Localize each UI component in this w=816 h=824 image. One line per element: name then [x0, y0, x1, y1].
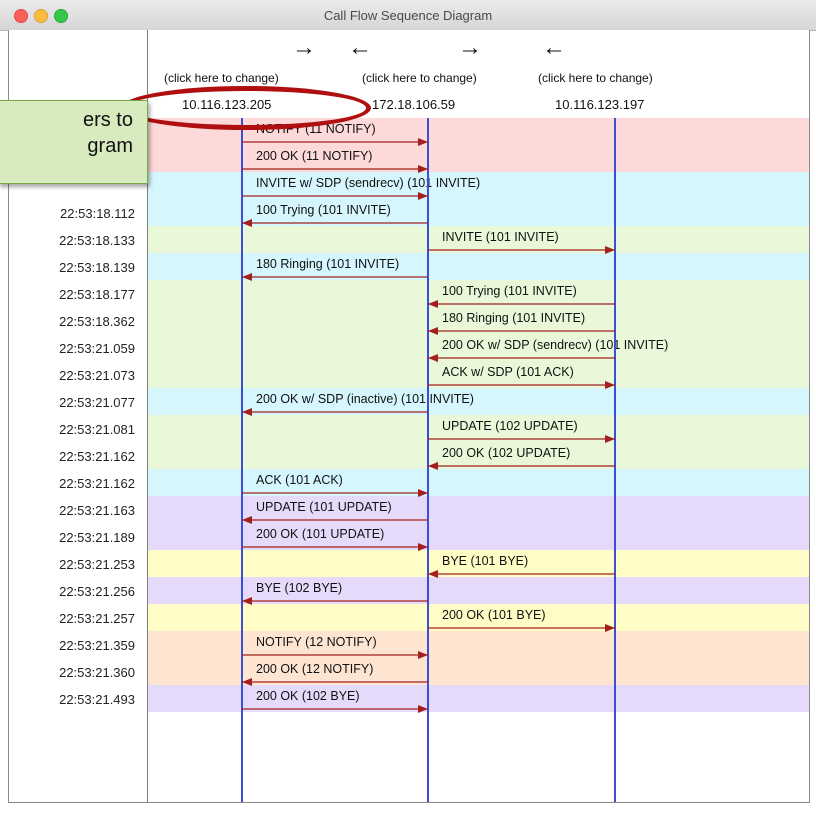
message-row[interactable]: 22:53:18.362 180 Ringing (101 INVITE) — [9, 307, 809, 334]
message-row[interactable]: 22:53:21.163 UPDATE (101 UPDATE) — [9, 496, 809, 523]
timestamp: 22:53:18.177 — [9, 287, 135, 302]
message-row[interactable]: 22:53:21.189 200 OK (101 UPDATE) — [9, 523, 809, 550]
direction-arrow-icon[interactable]: → — [292, 36, 316, 60]
message-row[interactable]: 22:53:21.359 NOTIFY (12 NOTIFY) — [9, 631, 809, 658]
message-label[interactable]: 200 OK (101 BYE) — [442, 608, 546, 622]
change-participant-link[interactable]: (click here to change) — [538, 71, 653, 85]
timestamp: 22:53:21.163 — [9, 503, 135, 518]
message-row[interactable]: 22:53:21.257 200 OK (101 BYE) — [9, 604, 809, 631]
message-label[interactable]: 180 Ringing (101 INVITE) — [442, 311, 585, 325]
timestamp: 22:53:18.362 — [9, 314, 135, 329]
message-row[interactable]: 22:53:18.133 INVITE (101 INVITE) — [9, 226, 809, 253]
participant-ip: 172.18.106.59 — [372, 97, 456, 112]
message-row[interactable]: 22:53:21.073 ACK w/ SDP (101 ACK) — [9, 361, 809, 388]
message-row[interactable]: 22:53:21.162 200 OK (102 UPDATE) — [9, 442, 809, 469]
row-band — [148, 658, 809, 685]
message-label[interactable]: 200 OK (102 UPDATE) — [442, 446, 570, 460]
timestamp: 22:53:21.257 — [9, 611, 135, 626]
row-band — [148, 523, 809, 550]
message-label[interactable]: 200 OK (12 NOTIFY) — [256, 662, 373, 676]
message-label[interactable]: BYE (102 BYE) — [256, 581, 342, 595]
timestamp: 22:53:21.059 — [9, 341, 135, 356]
message-label[interactable]: INVITE w/ SDP (sendrecv) (101 INVITE) — [256, 176, 480, 190]
row-band — [148, 388, 809, 415]
message-row[interactable]: 22:53:18.112 100 Trying (101 INVITE) — [9, 199, 809, 226]
timestamp: 22:53:21.081 — [9, 422, 135, 437]
message-label[interactable]: 180 Ringing (101 INVITE) — [256, 257, 399, 271]
message-label[interactable]: ACK w/ SDP (101 ACK) — [442, 365, 574, 379]
direction-arrow-icon[interactable]: ← — [348, 36, 372, 60]
lifeline — [427, 118, 429, 802]
callout-text: ers to — [82, 109, 133, 131]
row-band — [148, 469, 809, 496]
message-label[interactable]: ACK (101 ACK) — [256, 473, 343, 487]
message-row[interactable]: 22:53:18.139 180 Ringing (101 INVITE) — [9, 253, 809, 280]
highlight-ellipse — [121, 86, 371, 130]
row-band — [148, 199, 809, 226]
message-row[interactable]: 22:53:21.360 200 OK (12 NOTIFY) — [9, 658, 809, 685]
message-label[interactable]: 200 OK (102 BYE) — [256, 689, 360, 703]
timestamp: 22:53:18.133 — [9, 233, 135, 248]
app-window: Call Flow Sequence Diagram → ← → ← (clic… — [0, 0, 816, 824]
message-label[interactable]: NOTIFY (12 NOTIFY) — [256, 635, 377, 649]
timestamp: 22:53:21.162 — [9, 449, 135, 464]
row-band — [148, 631, 809, 658]
message-label[interactable]: UPDATE (102 UPDATE) — [442, 419, 578, 433]
timestamp: 22:53:21.077 — [9, 395, 135, 410]
timestamp: 22:53:21.256 — [9, 584, 135, 599]
timestamp: 22:53:21.493 — [9, 692, 135, 707]
change-participant-link[interactable]: (click here to change) — [362, 71, 477, 85]
lifeline — [614, 118, 616, 802]
message-row[interactable]: 22:53:21.253 BYE (101 BYE) — [9, 550, 809, 577]
row-band — [148, 496, 809, 523]
change-participant-link[interactable]: (click here to change) — [164, 71, 279, 85]
message-row[interactable]: 22:53:21.493 200 OK (102 BYE) — [9, 685, 809, 712]
row-band — [148, 145, 809, 172]
direction-arrow-icon[interactable]: ← — [542, 36, 566, 60]
row-band — [148, 577, 809, 604]
timestamp: 22:53:21.360 — [9, 665, 135, 680]
message-label[interactable]: 200 OK w/ SDP (inactive) (101 INVITE) — [256, 392, 474, 406]
message-row[interactable]: 22:53:21.077 200 OK w/ SDP (inactive) (10… — [9, 388, 809, 415]
timestamp: 22:53:21.253 — [9, 557, 135, 572]
row-band — [148, 253, 809, 280]
row-band — [148, 685, 809, 712]
message-row[interactable]: 22:53:21.059 200 OK w/ SDP (sendrecv) (10… — [9, 334, 809, 361]
timestamp: 22:53:21.073 — [9, 368, 135, 383]
message-label[interactable]: UPDATE (101 UPDATE) — [256, 500, 392, 514]
timestamp: 22:53:21.189 — [9, 530, 135, 545]
message-row[interactable]: 22:53:18.177 100 Trying (101 INVITE) — [9, 280, 809, 307]
message-label[interactable]: 200 OK (101 UPDATE) — [256, 527, 384, 541]
window-title: Call Flow Sequence Diagram — [323, 8, 493, 23]
participant-ip: 10.116.123.197 — [555, 97, 645, 112]
title-bar: Call Flow Sequence Diagram — [0, 0, 816, 31]
timestamp: 22:53:18.112 — [9, 206, 135, 221]
message-label[interactable]: INVITE (101 INVITE) — [442, 230, 559, 244]
direction-arrow-icon[interactable]: → — [458, 36, 482, 60]
callout-text: gram — [87, 135, 133, 157]
message-label[interactable]: 100 Trying (101 INVITE) — [442, 284, 577, 298]
message-label[interactable]: BYE (101 BYE) — [442, 554, 528, 568]
message-row[interactable]: 22:53:21.256 BYE (102 BYE) — [9, 577, 809, 604]
timestamp: 22:53:18.139 — [9, 260, 135, 275]
message-label[interactable]: 100 Trying (101 INVITE) — [256, 203, 391, 217]
message-row[interactable]: 22:53:21.081 UPDATE (102 UPDATE) — [9, 415, 809, 442]
annotation-callout: ers to gram — [0, 100, 148, 184]
timestamp: 22:53:21.162 — [9, 476, 135, 491]
timestamp: 22:53:21.359 — [9, 638, 135, 653]
message-label[interactable]: 200 OK w/ SDP (sendrecv) (101 INVITE) — [442, 338, 668, 352]
message-row[interactable]: 22:53:21.162 ACK (101 ACK) — [9, 469, 809, 496]
lifeline — [241, 118, 243, 802]
message-label[interactable]: 200 OK (11 NOTIFY) — [256, 149, 372, 163]
